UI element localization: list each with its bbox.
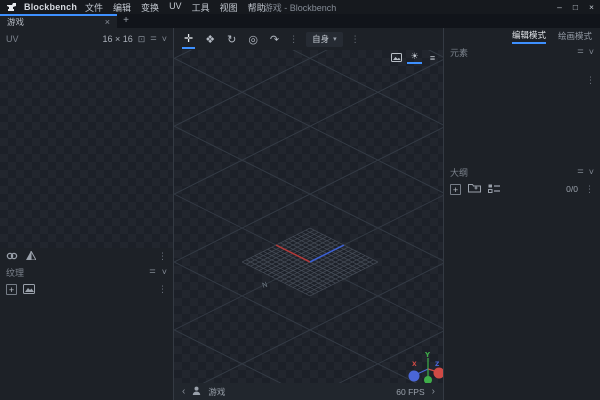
uv-footer-more-icon[interactable]: ⋮ <box>158 252 167 261</box>
north-label: N <box>261 281 268 290</box>
gizmo-y-label[interactable]: Y <box>424 351 431 359</box>
mode-tabs: 编辑模式 绘画模式 <box>444 28 600 44</box>
outliner-count: 0/0 <box>566 184 578 194</box>
menu-help[interactable]: 帮助 <box>248 1 266 14</box>
tab-close-icon[interactable]: × <box>105 17 110 27</box>
menu-edit[interactable]: 编辑 <box>113 1 131 14</box>
new-tab-button[interactable]: + <box>117 14 135 28</box>
view-axis-gizmo[interactable]: Y X Z <box>409 351 444 383</box>
menu-view[interactable]: 视图 <box>220 1 238 14</box>
menu-bar: 文件 编辑 变换 UV 工具 视图 帮助 <box>85 1 266 14</box>
dropdown-arrow-icon: ▾ <box>333 35 337 43</box>
gizmo-z-ball[interactable] <box>409 371 420 382</box>
menu-file[interactable]: 文件 <box>85 1 103 14</box>
transform-space-value: 自身 <box>312 33 329 45</box>
viewport-3d[interactable]: N Y X Z <box>174 50 443 383</box>
left-panel-filler <box>0 298 173 400</box>
ground-grid <box>174 50 443 383</box>
import-texture-button[interactable]: + <box>6 284 17 295</box>
elements-more-icon[interactable]: ⋮ <box>586 76 595 85</box>
menu-uv[interactable]: UV <box>169 1 182 14</box>
uv-footer-toolbar: ⋮ <box>0 248 173 264</box>
left-panel: UV 16 × 16 ⊡ = ˅ ⋮ 纹理 = <box>0 28 174 400</box>
uv-editor-canvas[interactable] <box>0 50 173 248</box>
viewport-menu-button[interactable]: ≡ <box>425 51 440 64</box>
uv-frame-icon[interactable]: ⊡ <box>138 35 146 44</box>
menu-transform[interactable]: 变换 <box>141 1 159 14</box>
texture-panel-collapse-icon[interactable]: ˅ <box>162 268 167 277</box>
user-icon[interactable] <box>192 386 201 397</box>
blockbench-window: Blockbench 文件 编辑 变换 UV 工具 视图 帮助 游戏 - Blo… <box>0 0 600 400</box>
elements-panel-title: 元素 <box>450 46 468 59</box>
gizmo-x-label[interactable]: X <box>412 361 417 368</box>
blockbench-logo-icon <box>6 3 16 12</box>
toggle-list-button[interactable] <box>488 184 500 195</box>
background-image-button[interactable] <box>389 51 404 64</box>
status-back-icon[interactable]: ‹ <box>182 386 185 397</box>
elements-panel-header: 元素 = ˅ <box>444 44 600 60</box>
gizmo-neg-y-ball[interactable] <box>424 376 432 383</box>
resize-tool-button[interactable]: ❖ <box>203 29 217 49</box>
status-forward-icon[interactable]: › <box>432 386 435 397</box>
uv-size-label[interactable]: 16 × 16 <box>102 34 132 44</box>
uv-panel-header: UV 16 × 16 ⊡ = ˅ <box>0 28 173 50</box>
app-name: Blockbench <box>24 2 77 12</box>
status-bar: ‹ 游戏 60 FPS › <box>174 383 443 400</box>
toolbar-more-dots: ⋮ <box>351 35 360 44</box>
outliner-toolbar: + 0/0 ⋮ <box>444 180 600 198</box>
fps-counter: 60 FPS <box>396 387 424 397</box>
uv-panel-collapse-icon[interactable]: ˅ <box>162 35 167 44</box>
viewport-corner-buttons: ☀ ≡ <box>389 51 440 64</box>
add-cube-button[interactable]: + <box>450 184 461 195</box>
window-controls: – □ × <box>557 2 594 12</box>
elements-panel-body: ⋮ <box>444 60 600 164</box>
tab-label: 游戏 <box>7 16 101 28</box>
titlebar: Blockbench 文件 编辑 变换 UV 工具 视图 帮助 游戏 - Blo… <box>0 0 600 14</box>
outliner-panel-title: 大纲 <box>450 166 468 179</box>
texture-toolbar: + ⋮ <box>0 281 173 298</box>
status-scene-label: 游戏 <box>208 386 225 398</box>
add-group-button[interactable] <box>468 183 481 195</box>
tab-project[interactable]: 游戏 × <box>0 14 117 28</box>
maximize-button[interactable]: □ <box>573 2 578 12</box>
outliner-panel-collapse-icon[interactable]: ˅ <box>589 168 594 177</box>
center-area: ✛ ❖ ↻ ◎ ↷ ⋮ 自身 ▾ ⋮ N <box>174 28 443 400</box>
texture-panel-title: 纹理 <box>6 266 24 279</box>
create-texture-button[interactable] <box>23 284 35 296</box>
uv-panel-menu-icon[interactable]: = <box>150 34 156 45</box>
main-content: UV 16 × 16 ⊡ = ˅ ⋮ 纹理 = <box>0 28 600 400</box>
uv-panel-title: UV <box>6 34 19 44</box>
pivot-tool-button[interactable]: ◎ <box>246 29 260 49</box>
move-tool-button[interactable]: ✛ <box>182 29 195 49</box>
tab-bar: 游戏 × + <box>0 14 600 28</box>
outliner-panel-menu-icon[interactable]: = <box>577 167 583 178</box>
outliner-panel-header: 大纲 = ˅ <box>444 164 600 180</box>
outliner-more-icon[interactable]: ⋮ <box>585 185 594 194</box>
gizmo-x-ball[interactable] <box>434 368 444 379</box>
tab-paint-mode[interactable]: 绘画模式 <box>558 28 592 44</box>
texture-panel-menu-icon[interactable]: = <box>149 267 155 278</box>
menu-tools[interactable]: 工具 <box>192 1 210 14</box>
right-panel: 编辑模式 绘画模式 元素 = ˅ ⋮ 大纲 = ˅ + <box>443 28 600 400</box>
shading-toggle-button[interactable]: ☀ <box>407 51 422 64</box>
elements-panel-collapse-icon[interactable]: ˅ <box>589 48 594 57</box>
main-toolbar: ✛ ❖ ↻ ◎ ↷ ⋮ 自身 ▾ ⋮ <box>174 28 443 50</box>
close-window-button[interactable]: × <box>589 2 594 12</box>
elements-panel-menu-icon[interactable]: = <box>577 47 583 58</box>
texture-more-icon[interactable]: ⋮ <box>158 285 167 294</box>
texture-panel-header: 纹理 = ˅ <box>0 264 173 281</box>
minimize-button[interactable]: – <box>557 2 562 12</box>
vertex-snap-tool-button[interactable]: ↷ <box>268 29 281 49</box>
tab-edit-mode[interactable]: 编辑模式 <box>512 28 546 44</box>
viewport-scene: N Y X Z <box>174 50 443 383</box>
rotate-tool-button[interactable]: ↻ <box>225 29 238 49</box>
outliner-body <box>444 198 600 400</box>
uv-mirror-icon[interactable] <box>26 247 36 265</box>
uv-link-icon[interactable] <box>6 247 18 265</box>
transform-space-dropdown[interactable]: 自身 ▾ <box>306 32 343 47</box>
toolbar-divider-dots: ⋮ <box>289 35 298 44</box>
gizmo-z-label[interactable]: Z <box>435 361 440 368</box>
